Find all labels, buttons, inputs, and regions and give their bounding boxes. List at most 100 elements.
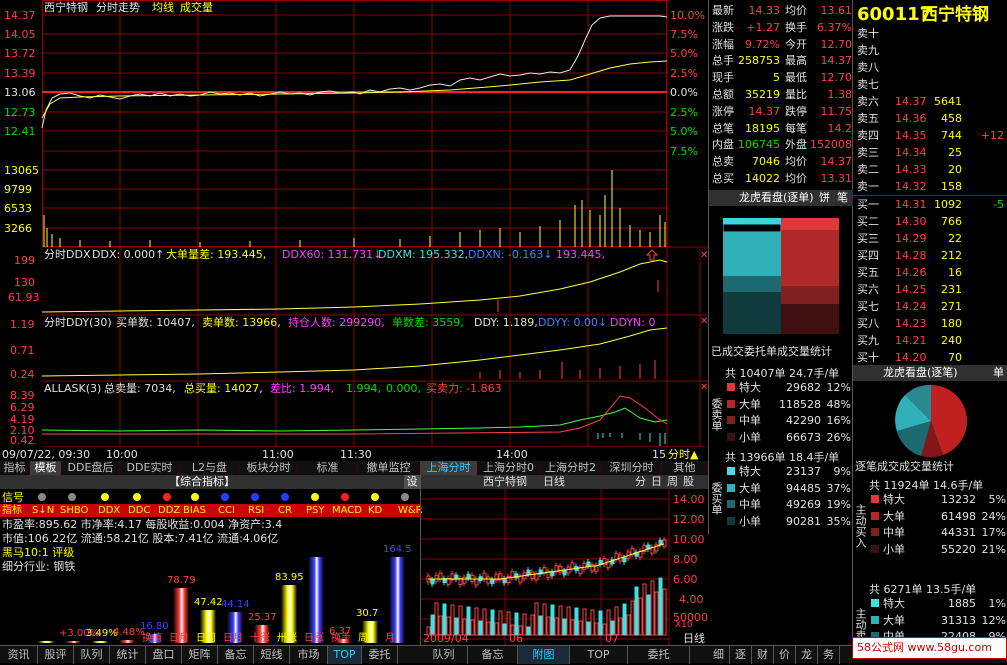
bottom-tab[interactable]: 队列 xyxy=(420,646,468,664)
level-price: 14.34 xyxy=(895,146,927,159)
time-mode[interactable]: 分时▲ xyxy=(668,448,698,461)
volume-bar xyxy=(474,607,479,636)
bottom-tab[interactable]: 备忘 xyxy=(468,646,518,664)
volume-bar xyxy=(586,621,591,636)
dragon1-tab-pie[interactable]: 饼 xyxy=(819,190,830,206)
quote-row: 涨跌 +1.27 换手 6.37% xyxy=(709,19,852,36)
bottom-tab[interactable]: 矩阵 xyxy=(182,646,218,664)
kline-btn-week[interactable]: 周 xyxy=(667,475,678,488)
quote-row: 总卖 7046 均价 14.37 xyxy=(709,153,852,170)
buys-level[interactable]: 买三 14.29 22 xyxy=(853,230,1007,247)
bottom-tab[interactable]: 短线 xyxy=(254,646,290,664)
buys-level[interactable]: 买八 14.23 180 xyxy=(853,315,1007,332)
sells-level[interactable]: 卖五 14.36 458 xyxy=(853,110,1007,127)
sells-level[interactable]: 卖六 14.37 5641 xyxy=(853,93,1007,110)
quote-label: 总买 xyxy=(712,172,734,185)
buys-level[interactable]: 买四 14.28 212 xyxy=(853,247,1007,264)
tab-other[interactable]: 其他 xyxy=(662,461,708,475)
bottom-tab[interactable]: 龙 xyxy=(796,646,818,664)
price-tick: 13.06 xyxy=(4,86,36,99)
bottom-tab[interactable]: 逐 xyxy=(730,646,752,664)
quote-label: 均价 xyxy=(785,4,807,17)
stat-volume: 31313 xyxy=(941,613,976,627)
bottom-tab[interactable]: 资讯 xyxy=(0,646,38,664)
bottom-tab[interactable]: 盘口 xyxy=(146,646,182,664)
bottom-tab[interactable]: 股评 xyxy=(38,646,74,664)
allask-v2: 1.994, xyxy=(346,382,381,395)
bottom-tab[interactable]: 细 xyxy=(708,646,730,664)
quote-value: 1.38 xyxy=(827,88,853,101)
buys-level[interactable]: 买五 14.26 16 xyxy=(853,264,1007,281)
kline-period-footer[interactable]: 日线 xyxy=(683,632,705,645)
volume-bar xyxy=(466,606,471,636)
candle xyxy=(438,572,443,580)
level-label: 卖一 xyxy=(857,180,879,193)
buys-level[interactable]: 买七 14.24 271 xyxy=(853,298,1007,315)
tab-l2[interactable]: L2与盘 xyxy=(180,461,240,475)
bottom-tab[interactable]: 队列 xyxy=(74,646,110,664)
buys-level[interactable]: 买一 14.31 1092 -5 xyxy=(853,196,1007,213)
bottom-tab[interactable]: 务 xyxy=(818,646,840,664)
buys-level[interactable]: 买六 14.25 231 xyxy=(853,281,1007,298)
tab-sector[interactable]: 板块分时 xyxy=(240,461,298,475)
buys-level[interactable]: 买十 14.20 70 xyxy=(853,349,1007,366)
sells-level[interactable]: 卖九 xyxy=(853,42,1007,59)
bottom-tab[interactable]: TOP xyxy=(328,646,362,664)
tab-dde-after[interactable]: DDE盘后 xyxy=(62,461,120,475)
tab-sz-intraday[interactable]: 深圳分时 xyxy=(602,461,662,475)
quote-value: 35219 xyxy=(745,88,780,101)
sells-level[interactable]: 卖二 14.33 20 xyxy=(853,161,1007,178)
bottom-tab[interactable]: 委托 xyxy=(628,646,690,664)
dragon2-tab[interactable]: 单 xyxy=(993,365,1004,381)
volume-bar xyxy=(482,608,487,636)
buys-level[interactable]: 买九 14.21 240 xyxy=(853,332,1007,349)
tab-cancel-monitor[interactable]: 撤单监控 xyxy=(358,461,420,475)
tab-sh-intraday0[interactable]: 上海分时0 xyxy=(478,461,540,475)
tab-indicator[interactable]: 指标 xyxy=(0,461,30,475)
tab-sh-intraday2[interactable]: 上海分时2 xyxy=(540,461,602,475)
bottom-tab[interactable]: TOP xyxy=(570,646,628,664)
bar-value: 30.7 xyxy=(356,608,379,619)
level-price: 14.21 xyxy=(895,334,927,347)
bottom-tab[interactable]: 委托 xyxy=(362,646,398,664)
volume-bar xyxy=(622,603,627,636)
stat-volume: 66673 xyxy=(786,430,821,444)
tab-sh-intraday[interactable]: 上海分时 xyxy=(420,461,478,475)
bar-value: 164.5 xyxy=(383,544,412,556)
bottom-tab[interactable]: 统计 xyxy=(110,646,146,664)
level-volume: 158 xyxy=(941,180,962,193)
ddx-tick: 199 xyxy=(14,254,35,267)
sells-level[interactable]: 卖四 14.35 744 +12 xyxy=(853,127,1007,144)
bottom-tab[interactable]: 财 xyxy=(752,646,774,664)
bottom-tab[interactable]: 价 xyxy=(774,646,796,664)
kline-chart[interactable] xyxy=(421,489,709,645)
quote-row: 总手 258753 最高 14.37 xyxy=(709,52,852,69)
dragon1-caption: 已成交委托单成交量统计 xyxy=(711,345,832,358)
sells-level[interactable]: 卖七 xyxy=(853,76,1007,93)
indicator-bar xyxy=(65,640,81,643)
volume-bar xyxy=(614,606,619,636)
sells-level[interactable]: 卖八 xyxy=(853,59,1007,76)
tab-standard[interactable]: 标准 xyxy=(298,461,358,475)
bottom-tab[interactable]: 市场 xyxy=(290,646,328,664)
kline-btn-day[interactable]: 日 xyxy=(651,475,662,488)
tab-template[interactable]: 模板 xyxy=(30,461,62,475)
sells-level[interactable]: 卖一 14.32 158 xyxy=(853,178,1007,195)
sells-level[interactable]: 卖十 xyxy=(853,25,1007,42)
composite-settings-button[interactable]: 设 xyxy=(404,475,420,489)
stat-row: 小单 66673 26% xyxy=(725,430,853,445)
tab-dde-live[interactable]: DDE实时 xyxy=(120,461,180,475)
stat-pct: 26% xyxy=(826,430,851,444)
bottom-tab[interactable]: 附图 xyxy=(518,646,570,664)
stat-name: 小单 xyxy=(883,542,905,556)
sells-level[interactable]: 卖三 14.34 25 xyxy=(853,144,1007,161)
kline-btn-stock[interactable]: 股 xyxy=(683,475,694,488)
level-volume: 212 xyxy=(941,249,962,262)
ddx-tick: 61.93 xyxy=(8,291,40,304)
dragon1-tab-ticks[interactable]: 笔 xyxy=(837,190,848,206)
level-price: 14.31 xyxy=(895,198,927,211)
stat-swatch xyxy=(727,516,735,525)
kline-btn-min[interactable]: 分 xyxy=(635,475,646,488)
bottom-tab[interactable]: 备忘 xyxy=(218,646,254,664)
buys-level[interactable]: 买二 14.30 766 xyxy=(853,213,1007,230)
